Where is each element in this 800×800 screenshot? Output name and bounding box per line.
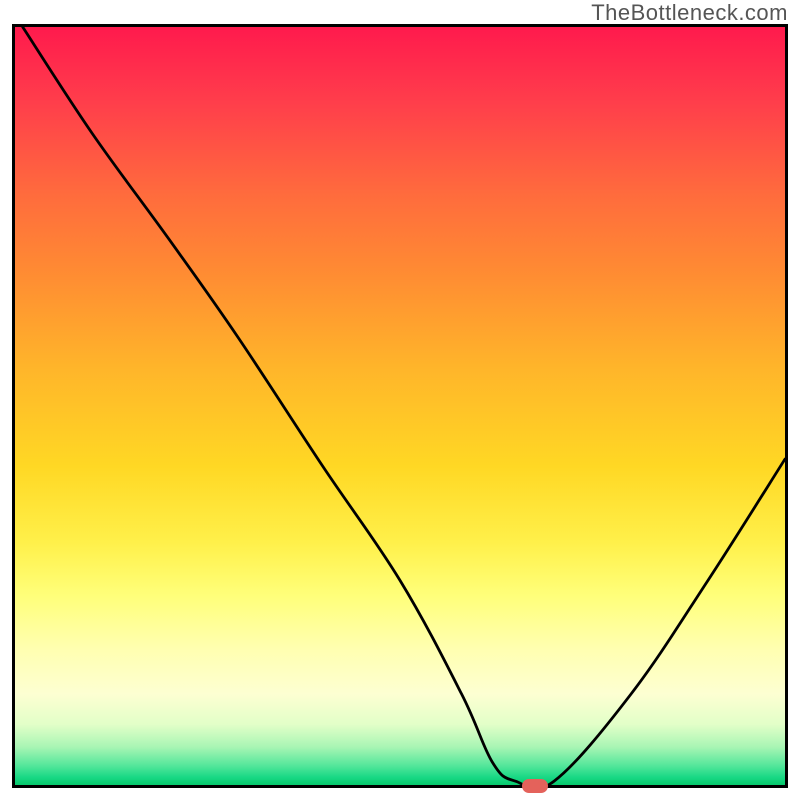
watermark-text: TheBottleneck.com [591, 0, 788, 26]
minimum-marker [522, 779, 548, 793]
bottleneck-curve [15, 27, 785, 785]
chart-frame [12, 24, 788, 788]
